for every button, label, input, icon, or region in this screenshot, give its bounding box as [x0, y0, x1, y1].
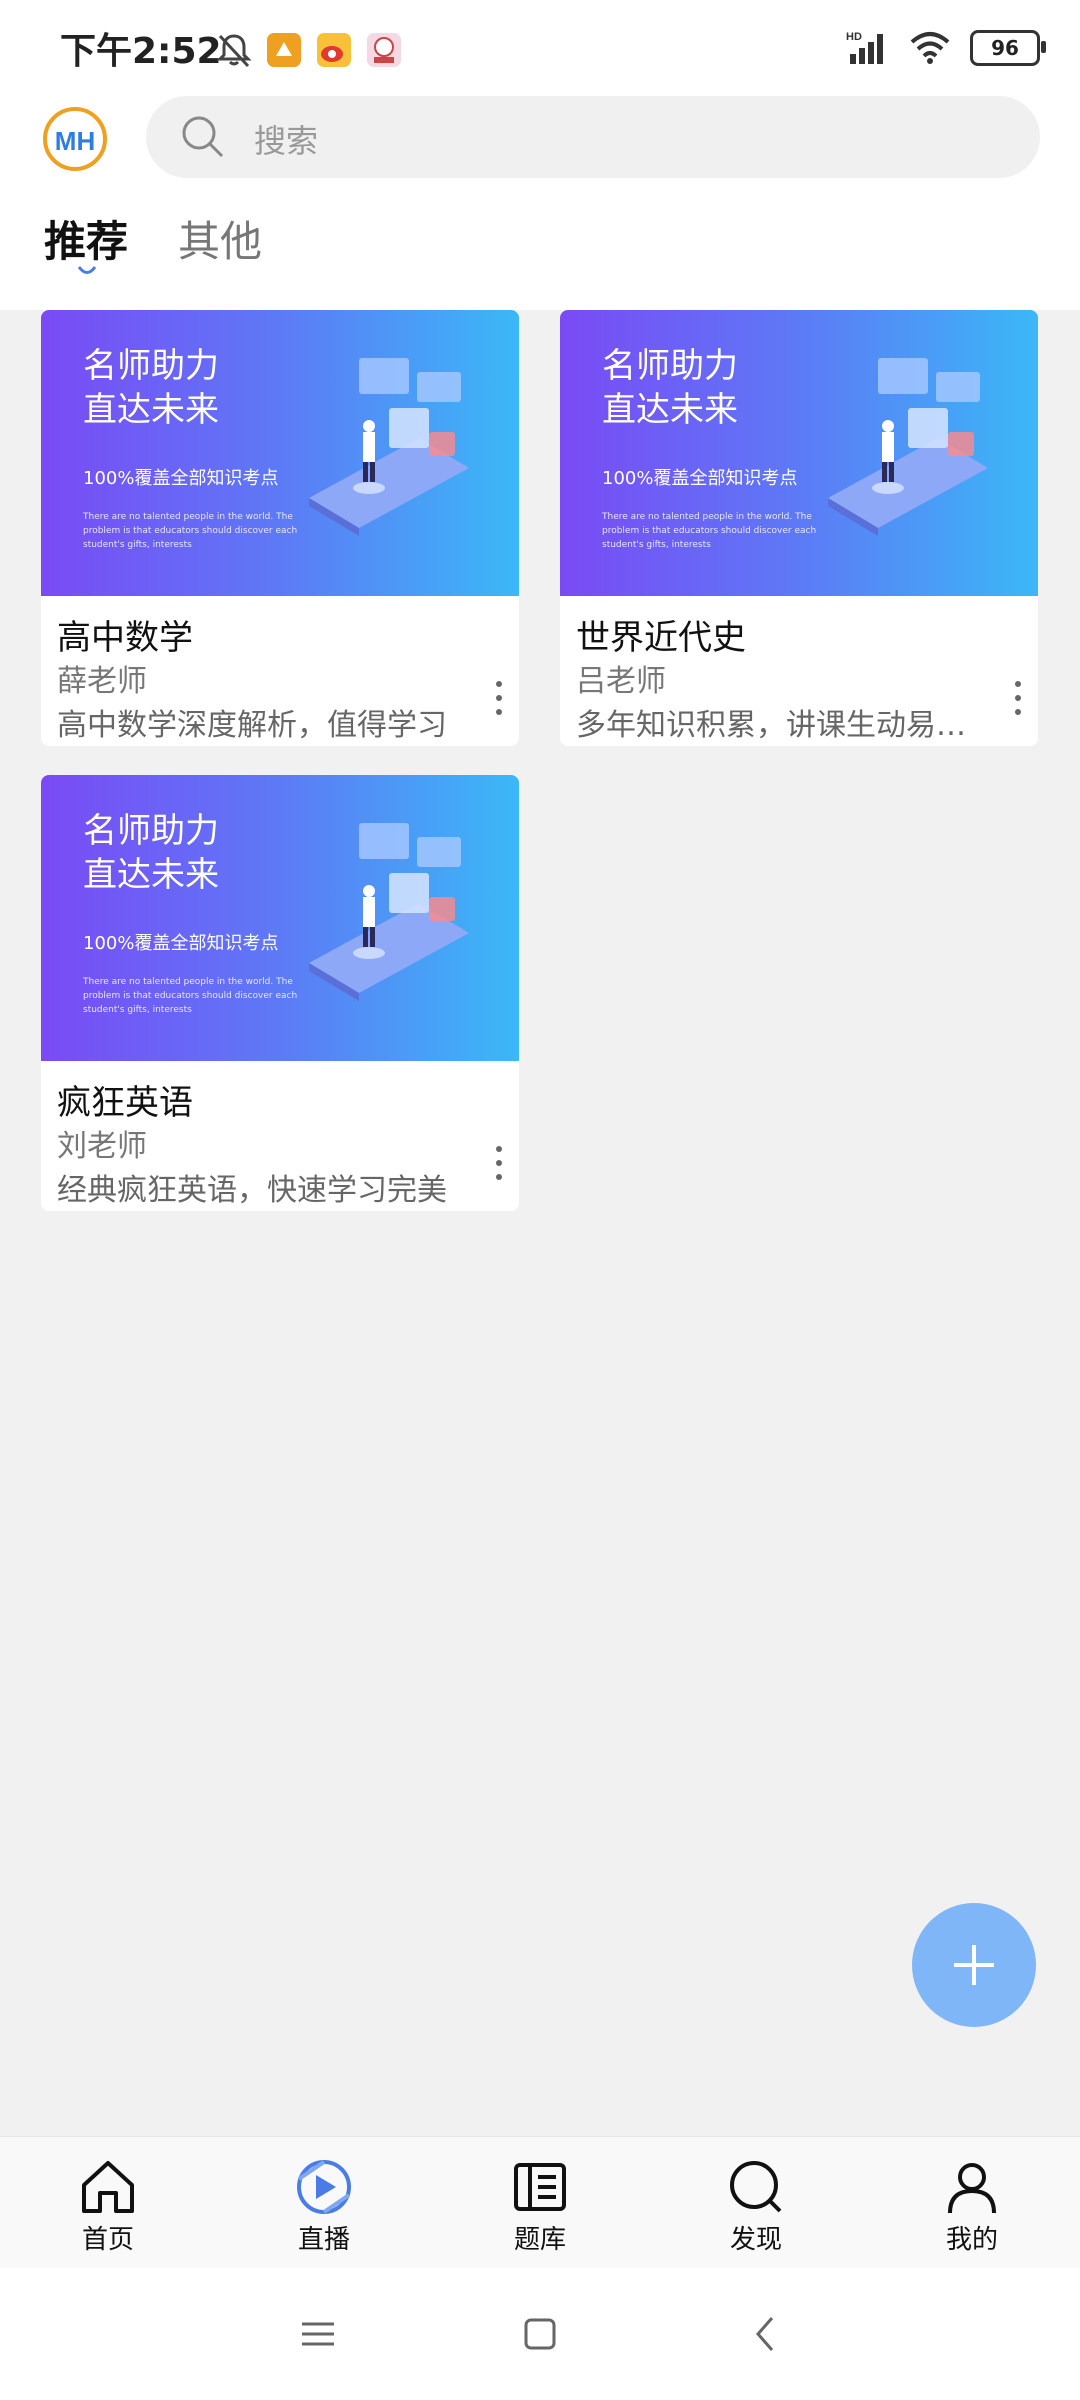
- app-logo-icon[interactable]: MH: [42, 106, 108, 172]
- app-notification-icon: [267, 33, 301, 67]
- live-icon: [297, 2160, 351, 2214]
- home-square-icon[interactable]: [520, 2314, 560, 2354]
- menu-icon[interactable]: [298, 2314, 338, 2354]
- status-time: 下午2:52: [60, 31, 222, 72]
- banner-subline: 100%覆盖全部知识考点: [602, 468, 798, 489]
- course-card[interactable]: 名师助力 直达未来 100%覆盖全部知识考点 There are no tale…: [41, 775, 519, 1211]
- home-icon: [82, 2161, 134, 2213]
- profile-icon: [948, 2163, 996, 2214]
- course-teacher: 刘老师: [57, 1129, 147, 1164]
- nav-item-discover[interactable]: 发现: [696, 2157, 816, 2256]
- add-button[interactable]: [912, 1903, 1036, 2027]
- battery-level: 96: [991, 36, 1019, 60]
- more-options-icon[interactable]: [493, 678, 505, 718]
- system-nav-bar: [0, 2268, 1080, 2400]
- banner-fine-print: There are no talented people in the worl…: [602, 512, 817, 550]
- battery-indicator: 96: [970, 30, 1046, 66]
- plus-icon: [954, 1945, 994, 1985]
- status-bar: 下午2:52 HD 96: [0, 0, 1080, 96]
- nav-label: 首页: [81, 2225, 134, 2255]
- nav-item-home[interactable]: 首页: [48, 2157, 168, 2256]
- nav-label: 我的: [945, 2225, 998, 2255]
- banner-headline: 名师助力 直达未来: [83, 811, 219, 895]
- course-banner: 名师助力 直达未来 100%覆盖全部知识考点 There are no tale…: [41, 775, 519, 1061]
- teacher-illustration-icon: [828, 358, 988, 536]
- course-card[interactable]: 名师助力 直达未来 100%覆盖全部知识考点 There are no tale…: [560, 310, 1038, 746]
- course-title: 高中数学: [57, 618, 193, 658]
- wifi-icon: [910, 32, 950, 64]
- course-description: 经典疯狂英语，快速学习完美: [57, 1173, 447, 1208]
- bottom-nav: 首页 直播 题库 发现 我的: [0, 2136, 1080, 2269]
- network-label: HD: [846, 31, 862, 43]
- course-card[interactable]: 名师助力 直达未来 100%覆盖全部知识考点 There are no tale…: [41, 310, 519, 746]
- course-teacher: 吕老师: [576, 664, 666, 699]
- teacher-illustration-icon: [309, 823, 469, 1001]
- more-options-icon[interactable]: [493, 1143, 505, 1183]
- nav-label: 发现: [729, 2225, 782, 2255]
- banner-subline: 100%覆盖全部知识考点: [83, 468, 279, 489]
- teacher-illustration-icon: [309, 358, 469, 536]
- discover-icon: [730, 2161, 782, 2213]
- course-title: 世界近代史: [576, 618, 746, 658]
- anime-app-icon: [367, 33, 401, 67]
- tab-recommended[interactable]: 推荐: [44, 208, 128, 269]
- banner-fine-print: There are no talented people in the worl…: [83, 512, 298, 550]
- nav-item-live[interactable]: 直播: [264, 2157, 384, 2256]
- question-bank-icon: [514, 2163, 566, 2211]
- bell-muted-icon: [216, 34, 252, 68]
- back-icon[interactable]: [746, 2314, 786, 2354]
- nav-label: 题库: [513, 2225, 566, 2255]
- weibo-icon: [317, 33, 351, 67]
- nav-item-profile[interactable]: 我的: [912, 2157, 1032, 2256]
- banner-headline: 名师助力 直达未来: [83, 346, 219, 430]
- course-description: 多年知识积累，讲课生动易于理解: [576, 708, 986, 743]
- search-input[interactable]: 搜索: [254, 116, 318, 162]
- course-banner: 名师助力 直达未来 100%覆盖全部知识考点 There are no tale…: [41, 310, 519, 596]
- course-title: 疯狂英语: [57, 1083, 193, 1123]
- status-icons: HD 96: [846, 30, 1046, 66]
- course-teacher: 薛老师: [57, 664, 147, 699]
- banner-fine-print: There are no talented people in the worl…: [83, 977, 298, 1015]
- signal-icon: HD: [846, 31, 883, 64]
- nav-item-question-bank[interactable]: 题库: [480, 2157, 600, 2256]
- tab-other[interactable]: 其他: [178, 208, 262, 269]
- course-description: 高中数学深度解析，值得学习: [57, 708, 447, 743]
- banner-headline: 名师助力 直达未来: [602, 346, 738, 430]
- search-bar[interactable]: 搜索: [146, 96, 1040, 178]
- svg-text:MH: MH: [55, 126, 95, 156]
- more-options-icon[interactable]: [1012, 678, 1024, 718]
- app-header: MH 搜索 推荐 其他: [0, 96, 1080, 310]
- search-icon: [182, 116, 224, 158]
- nav-label: 直播: [297, 2225, 350, 2255]
- active-tab-indicator: [77, 266, 97, 274]
- banner-subline: 100%覆盖全部知识考点: [83, 933, 279, 954]
- course-banner: 名师助力 直达未来 100%覆盖全部知识考点 There are no tale…: [560, 310, 1038, 596]
